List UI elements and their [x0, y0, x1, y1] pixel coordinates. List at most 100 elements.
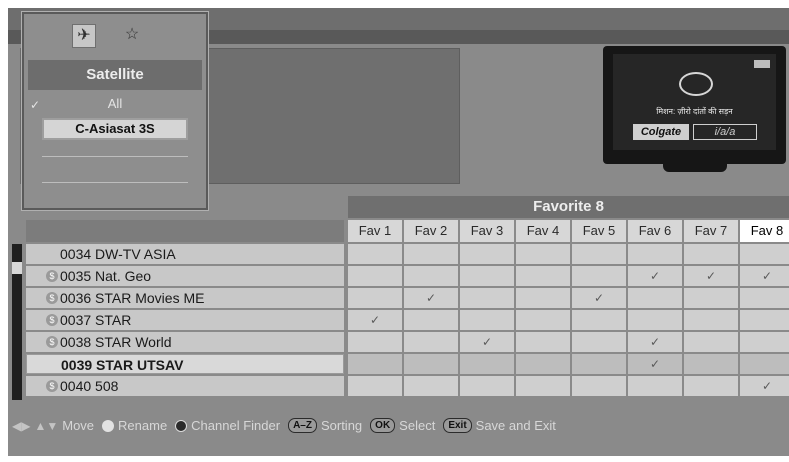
tv-screen: मिशन: ज़ीरो दांतों की सड़न Colgate i/a/a [613, 54, 776, 150]
satellite-popup: ✈ ☆ Satellite ✓ All C-Asiasat 3S [21, 11, 209, 211]
favorite-cell[interactable] [404, 244, 458, 264]
channel-row[interactable]: 0034 DW-TV ASIA [26, 244, 344, 264]
favorite-cell[interactable] [628, 244, 682, 264]
favorite-cell[interactable] [516, 244, 570, 264]
favorite-cell[interactable]: ✓ [404, 288, 458, 308]
favorite-cell[interactable] [740, 332, 789, 352]
favorite-cell[interactable] [516, 266, 570, 286]
help-save-exit: Exit Save and Exit [443, 418, 556, 433]
fav-column-2[interactable]: Fav 2 [404, 220, 458, 242]
favorite-group-title: Favorite 8 [348, 196, 789, 218]
scrambled-icon: $ [46, 380, 58, 392]
favorite-columns: Fav 1 Fav 2 Fav 3 Fav 4 Fav 5 Fav 6 Fav … [348, 220, 789, 242]
favorite-cell[interactable] [348, 354, 402, 374]
favorite-cell[interactable] [684, 354, 738, 374]
favorite-cell[interactable] [684, 310, 738, 330]
selected-satellite-option[interactable]: C-Asiasat 3S [42, 118, 188, 140]
favorite-cell[interactable] [460, 376, 514, 396]
favorite-cell[interactable] [516, 354, 570, 374]
favorite-cell[interactable] [460, 266, 514, 286]
favorite-cell[interactable] [348, 376, 402, 396]
channel-row[interactable]: $0040 508 [26, 376, 344, 396]
favorite-cell[interactable] [740, 310, 789, 330]
favorite-cell[interactable] [348, 266, 402, 286]
favorite-cell[interactable]: ✓ [740, 266, 789, 286]
favorite-cell[interactable] [460, 354, 514, 374]
favorite-cell[interactable] [404, 376, 458, 396]
channel-row[interactable]: $0036 STAR Movies ME [26, 288, 344, 308]
star-icon[interactable]: ☆ [120, 24, 144, 48]
channel-row[interactable]: $0038 STAR World [26, 332, 344, 352]
favorite-cell[interactable]: ✓ [740, 376, 789, 396]
help-move: ◀▶ ▲▼ Move [12, 418, 94, 433]
check-icon: ✓ [649, 269, 661, 283]
favorite-cell[interactable] [628, 288, 682, 308]
help-channel-finder: Channel Finder [175, 418, 280, 433]
favorite-cell[interactable] [460, 288, 514, 308]
preview-box [198, 48, 460, 184]
favorite-grid: ✓ ✓ ✓ ✓ ✓ ✓ ✓ ✓ ✓ ✓ [348, 244, 789, 398]
check-icon: ✓ [481, 335, 493, 349]
favorite-cell[interactable] [516, 310, 570, 330]
fav-column-3[interactable]: Fav 3 [460, 220, 514, 242]
favorite-cell[interactable] [684, 376, 738, 396]
scrollbar[interactable] [12, 244, 22, 400]
favorite-cell[interactable] [572, 266, 626, 286]
channel-name: 0040 508 [60, 378, 119, 394]
fav-column-4[interactable]: Fav 4 [516, 220, 570, 242]
favorite-cell[interactable] [404, 332, 458, 352]
favorite-cell[interactable]: ✓ [460, 332, 514, 352]
tv-preview: मिशन: ज़ीरो दांतों की सड़न Colgate i/a/a [603, 46, 786, 176]
fav-column-8[interactable]: Fav 8 [740, 220, 789, 242]
scroll-thumb[interactable] [12, 262, 22, 274]
favorite-cell[interactable] [684, 244, 738, 264]
divider [42, 156, 188, 157]
favorite-cell[interactable] [684, 288, 738, 308]
favorite-cell[interactable] [348, 244, 402, 264]
fav-column-7[interactable]: Fav 7 [684, 220, 738, 242]
favorite-cell[interactable] [404, 310, 458, 330]
fav-column-1[interactable]: Fav 1 [348, 220, 402, 242]
favorite-cell[interactable] [460, 244, 514, 264]
favorite-cell[interactable] [740, 288, 789, 308]
favorite-cell[interactable]: ✓ [684, 266, 738, 286]
favorite-cell[interactable]: ✓ [628, 266, 682, 286]
favorite-cell[interactable]: ✓ [348, 310, 402, 330]
channel-list-header [26, 220, 344, 242]
favorite-cell[interactable] [740, 244, 789, 264]
fav-column-6[interactable]: Fav 6 [628, 220, 682, 242]
favorite-cell[interactable] [628, 376, 682, 396]
satellite-all-option[interactable]: All [28, 96, 202, 111]
up-down-arrow-icon: ▲▼ [34, 418, 59, 433]
favorite-cell[interactable] [404, 354, 458, 374]
channel-row[interactable]: 0039 STAR UTSAV [26, 354, 344, 374]
favorite-cell[interactable] [460, 310, 514, 330]
satellite-icon[interactable]: ✈ [72, 24, 96, 48]
favorite-cell[interactable] [348, 332, 402, 352]
favorite-cell[interactable] [572, 354, 626, 374]
help-rename-label: Rename [118, 418, 168, 433]
channel-row[interactable]: $0035 Nat. Geo [26, 266, 344, 286]
favorite-cell[interactable] [404, 266, 458, 286]
favorite-cell[interactable]: ✓ [628, 354, 682, 374]
favorite-cell[interactable] [348, 288, 402, 308]
ok-key-icon: OK [370, 418, 396, 433]
favorite-cell[interactable] [516, 376, 570, 396]
favorite-cell[interactable] [516, 288, 570, 308]
favorite-cell[interactable] [572, 244, 626, 264]
favorite-cell[interactable] [628, 310, 682, 330]
channel-row[interactable]: $0037 STAR [26, 310, 344, 330]
favorite-cell[interactable] [740, 354, 789, 374]
favorite-cell[interactable] [572, 310, 626, 330]
favorite-cell[interactable]: ✓ [572, 288, 626, 308]
channel-name: 0037 STAR [60, 312, 132, 328]
divider [42, 182, 188, 183]
fav-column-5[interactable]: Fav 5 [572, 220, 626, 242]
favorite-cell[interactable] [572, 332, 626, 352]
favorite-cell[interactable] [684, 332, 738, 352]
favorite-cell[interactable]: ✓ [628, 332, 682, 352]
favorite-cell[interactable] [572, 376, 626, 396]
favorite-grid-row: ✓ [348, 354, 789, 374]
channel-name: 0034 DW-TV ASIA [60, 246, 176, 262]
favorite-cell[interactable] [516, 332, 570, 352]
